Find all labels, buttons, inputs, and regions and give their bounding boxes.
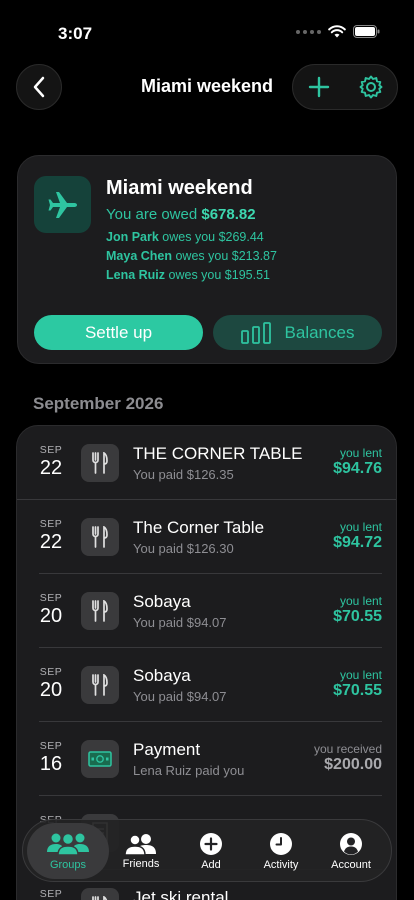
transaction-date: SEP 22 [31, 518, 71, 554]
transaction-title: Jet ski rental [133, 888, 229, 900]
utensils-icon [81, 592, 119, 630]
transaction-day: 20 [39, 679, 63, 701]
utensils-icon [81, 444, 119, 482]
utensils-icon [81, 666, 119, 704]
transaction-date: SEP 20 [31, 666, 71, 702]
bar-chart-icon [240, 321, 271, 344]
tab-label: Groups [49, 858, 87, 871]
amount-value: $94.72 [333, 534, 382, 551]
transaction-date: SEP 16 [31, 740, 71, 776]
activity-clock-icon [270, 833, 292, 855]
debtor-name: Jon Park [106, 230, 159, 244]
amount-label: you lent [339, 446, 382, 460]
signal-icon [296, 29, 321, 34]
transaction-subtitle: You paid $126.35 [133, 467, 234, 482]
tab-groups[interactable]: Groups [27, 823, 109, 879]
utensils-icon [81, 518, 119, 556]
transaction-day: 16 [39, 753, 63, 775]
amount-value: $200.00 [324, 756, 382, 773]
transaction-day: 22 [39, 531, 63, 553]
transaction-row[interactable]: SEP 20 Sobaya You paid $94.07 you lent $… [17, 574, 396, 648]
tab-friends[interactable]: Friends [105, 820, 177, 883]
group-summary-card: Miami weekend You are owed $678.82 Jon P… [17, 155, 397, 364]
tab-label: Friends [122, 858, 160, 870]
airplane-icon [34, 176, 91, 233]
transaction-title: The Corner Table [133, 518, 265, 537]
transaction-title: Payment [133, 740, 201, 759]
cash-icon [81, 740, 119, 778]
tab-add[interactable]: Add [175, 820, 247, 883]
amount-value: $94.76 [333, 460, 382, 477]
transaction-title: Sobaya [133, 592, 191, 611]
settings-gear-icon[interactable] [358, 74, 384, 100]
wifi-icon [328, 25, 346, 38]
transaction-day: 20 [39, 605, 63, 627]
transaction-row[interactable]: SEP 22 The Corner Table You paid $126.30… [17, 500, 396, 574]
settle-up-button[interactable]: Settle up [34, 315, 203, 350]
owed-amount: $678.82 [201, 206, 256, 223]
transaction-date: SEP 20 [31, 592, 71, 628]
tab-label: Activity [263, 859, 299, 871]
friends-icon [124, 834, 156, 855]
section-title: September 2026 [33, 394, 164, 413]
add-expense-button[interactable] [307, 75, 331, 99]
transaction-subtitle: You paid $94.07 [133, 689, 227, 704]
transaction-title: THE CORNER TABLE [133, 444, 303, 463]
owed-total: You are owed $678.82 [106, 206, 256, 223]
debtor-name: Lena Ruiz [106, 268, 166, 282]
debt-list: Jon Park owes you $269.44 Maya Chen owes… [106, 228, 277, 285]
status-bar: 3:07 [0, 0, 414, 60]
tab-label: Add [201, 859, 221, 871]
status-icons [296, 25, 380, 38]
transaction-day: 22 [39, 457, 63, 479]
tab-label: Account [331, 859, 371, 871]
transaction-title: Sobaya [133, 666, 191, 685]
amount-label: you lent [339, 668, 382, 682]
transaction-row[interactable]: SEP 16 Payment Lena Ruiz paid you you re… [17, 722, 396, 796]
battery-icon [353, 25, 380, 38]
owed-prefix: You are owed [106, 206, 198, 223]
debt-text: owes you $195.51 [168, 268, 270, 282]
debtor-name: Maya Chen [106, 249, 172, 263]
transaction-subtitle: You paid $126.30 [133, 541, 234, 556]
debt-line: Lena Ruiz owes you $195.51 [106, 266, 277, 285]
transaction-date: SEP 22 [31, 444, 71, 480]
balances-button[interactable]: Balances [213, 315, 382, 350]
tab-activity[interactable]: Activity [245, 820, 317, 883]
amount-label: you received [313, 742, 382, 756]
transaction-row[interactable]: SEP 22 THE CORNER TABLE You paid $126.35… [17, 426, 396, 500]
nav-actions [292, 64, 398, 110]
account-avatar-icon [340, 833, 362, 855]
amount-label: you lent [339, 520, 382, 534]
transaction-month: SEP [39, 444, 63, 456]
amount-label: you lent [339, 594, 382, 608]
tab-account[interactable]: Account [315, 820, 387, 883]
amount-value: $70.55 [333, 682, 382, 699]
debt-line: Maya Chen owes you $213.87 [106, 247, 277, 266]
transaction-month: SEP [39, 592, 63, 604]
transaction-subtitle: You paid $94.07 [133, 615, 227, 630]
transaction-month: SEP [39, 740, 63, 752]
utensils-icon [81, 888, 119, 900]
add-circle-icon [200, 833, 222, 855]
debt-text: owes you $213.87 [175, 249, 277, 263]
transaction-row[interactable]: SEP 20 Sobaya You paid $94.07 you lent $… [17, 648, 396, 722]
groups-icon [47, 832, 89, 856]
debt-text: owes you $269.44 [162, 230, 264, 244]
transaction-date: SEP [31, 888, 71, 900]
debt-line: Jon Park owes you $269.44 [106, 228, 277, 247]
transaction-subtitle: Lena Ruiz paid you [133, 763, 245, 778]
transaction-month: SEP [39, 888, 63, 900]
amount-value: $70.55 [333, 608, 382, 625]
transaction-month: SEP [39, 666, 63, 678]
status-time: 3:07 [58, 24, 93, 43]
transaction-month: SEP [39, 518, 63, 530]
tab-bar: Groups Friends Add Activity Account [22, 819, 392, 882]
group-name: Miami weekend [106, 177, 253, 199]
balances-label: Balances [284, 322, 355, 342]
